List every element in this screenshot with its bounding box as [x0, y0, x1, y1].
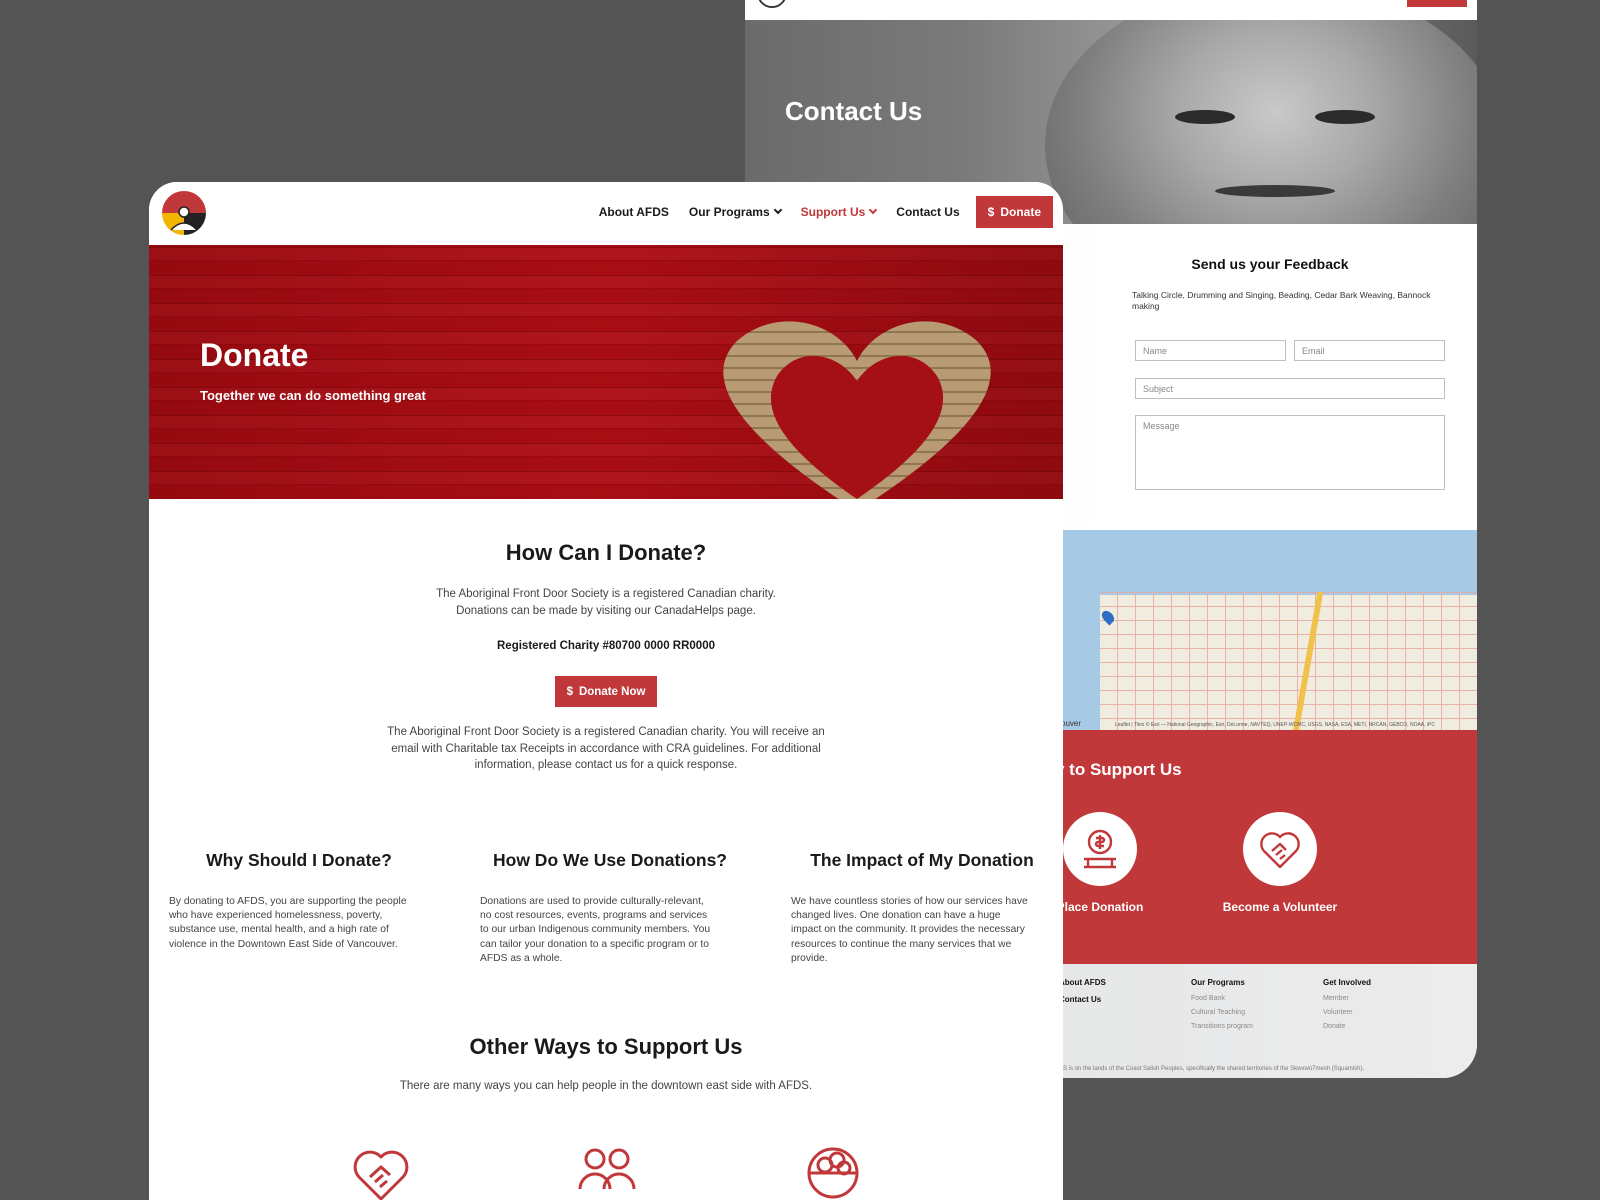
donate-now-button[interactable]: $ Donate Now: [555, 676, 657, 707]
other-ways-subtitle: There are many ways you can help people …: [399, 1080, 813, 1092]
donation-note-1: The Aboriginal Front Door Society is a r…: [387, 726, 825, 739]
why-donate-column: Why Should I Donate? By donating to AFDS…: [169, 850, 429, 952]
use-donations-title: How Do We Use Donations?: [493, 850, 727, 870]
charity-number: Registered Charity #80700 0000 RR0000: [497, 640, 715, 653]
nav-contact[interactable]: Contact Us: [886, 205, 969, 219]
nav-support-label: Support Us: [800, 205, 866, 219]
feedback-form: Send us your Feedback Talking Circle, Dr…: [1100, 224, 1440, 313]
land-acknowledgement: FDS is on the lands of the Coast Salish …: [1055, 1066, 1365, 1072]
why-donate-text: By donating to AFDS, you are supporting …: [169, 896, 407, 950]
footer-programs-title: Our Programs: [1191, 978, 1245, 987]
dollar-icon: $: [987, 205, 995, 219]
hero-subtitle: Together we can do something great: [200, 388, 426, 403]
dollar-icon: $: [566, 685, 573, 698]
footer-link-about[interactable]: About AFDS: [1059, 978, 1106, 987]
donate-now-label: Donate Now: [578, 685, 646, 698]
nav-about[interactable]: About AFDS: [589, 205, 679, 219]
logo-icon[interactable]: [757, 0, 787, 8]
footer-link-member[interactable]: Member: [1323, 995, 1371, 1002]
feedback-intro: Talking Circle, Drumming and Singing, Be…: [1132, 290, 1431, 312]
nav-support-us[interactable]: Support Us: [791, 205, 887, 219]
handshake-heart-icon[interactable]: [352, 1145, 410, 1200]
wooden-heart-image: [723, 321, 991, 499]
donation-note-3: information, please contact us for a qui…: [474, 759, 738, 772]
impact-text: We have countless stories of how our ser…: [791, 896, 1028, 964]
subject-field[interactable]: Subject: [1135, 378, 1445, 399]
hero-title: Donate: [200, 337, 309, 373]
feedback-title: Send us your Feedback: [1191, 256, 1349, 272]
donate-button-label: Donate: [1000, 205, 1041, 219]
location-map[interactable]: couver Leaflet | Tiles © Esri — National…: [1055, 530, 1477, 730]
donation-note-2: email with Charitable tax Receipts in ac…: [391, 742, 821, 755]
footer-link-contact[interactable]: Contact Us: [1059, 995, 1106, 1004]
nav-contact-label: Contact Us: [896, 205, 960, 219]
how-to-donate-section: How Can I Donate? The Aboriginal Front D…: [149, 499, 1063, 774]
contact-footer: About AFDS Contact Us Our Programs Food …: [1055, 964, 1477, 1078]
why-donate-title: Why Should I Donate?: [206, 850, 392, 870]
other-ways-title: Other Ways to Support Us: [469, 1034, 743, 1059]
donate-button[interactable]: $ Donate: [975, 196, 1053, 228]
footer-involved-title: Get Involved: [1323, 978, 1372, 987]
donate-page-card: About AFDS Our Programs Support Us Conta…: [149, 182, 1063, 1200]
people-icon[interactable]: [576, 1145, 638, 1195]
footer-link-volunteer[interactable]: Volunteer: [1323, 1009, 1371, 1016]
impact-title: The Impact of My Donation: [810, 850, 1034, 870]
portrait-image: [1045, 20, 1477, 224]
impact-column: The Impact of My Donation We have countl…: [791, 850, 1053, 966]
name-field[interactable]: Name: [1135, 340, 1286, 361]
logo-icon[interactable]: [161, 190, 207, 236]
use-donations-column: How Do We Use Donations? Donations are u…: [480, 850, 740, 966]
donate-hero: Donate Together we can do something grea…: [149, 245, 1063, 499]
support-title: y to Support Us: [1055, 760, 1182, 779]
email-field[interactable]: Email: [1294, 340, 1445, 361]
contact-page-navbar: [745, 0, 1477, 20]
nav-programs-label: Our Programs: [688, 205, 770, 219]
nav-about-label: About AFDS: [598, 205, 669, 219]
chevron-down-icon: [773, 205, 782, 215]
footer-link-transitions[interactable]: Transitions program: [1191, 1023, 1253, 1030]
donate-button[interactable]: [1407, 0, 1467, 7]
how-line-1: The Aboriginal Front Door Society is a r…: [436, 588, 776, 600]
support-section: y to Support Us Place Donation Become a …: [1055, 730, 1477, 964]
contact-hero-title: Contact Us: [785, 96, 923, 126]
become-volunteer-label[interactable]: Become a Volunteer: [1210, 900, 1350, 914]
map-attribution: Leaflet | Tiles © Esri — National Geogra…: [1115, 722, 1435, 728]
navbar: About AFDS Our Programs Support Us Conta…: [149, 182, 1063, 245]
use-donations-text: Donations are used to provide culturally…: [480, 896, 711, 964]
footer-link-food-bank[interactable]: Food Bank: [1191, 995, 1253, 1002]
nav-our-programs[interactable]: Our Programs: [679, 205, 791, 219]
footer-link-donate[interactable]: Donate: [1323, 1023, 1371, 1030]
footer-link-cultural-teaching[interactable]: Cultural Teaching: [1191, 1009, 1253, 1016]
how-title: How Can I Donate?: [505, 540, 707, 565]
handshake-heart-icon[interactable]: [1243, 812, 1317, 886]
chevron-down-icon: [869, 205, 878, 215]
donation-icon[interactable]: [1063, 812, 1137, 886]
message-field[interactable]: Message: [1135, 415, 1445, 490]
food-bowl-icon[interactable]: [804, 1145, 862, 1200]
how-line-2: Donations can be made by visiting our Ca…: [456, 604, 756, 617]
other-ways-section: Other Ways to Support Us There are many …: [149, 1034, 1063, 1095]
